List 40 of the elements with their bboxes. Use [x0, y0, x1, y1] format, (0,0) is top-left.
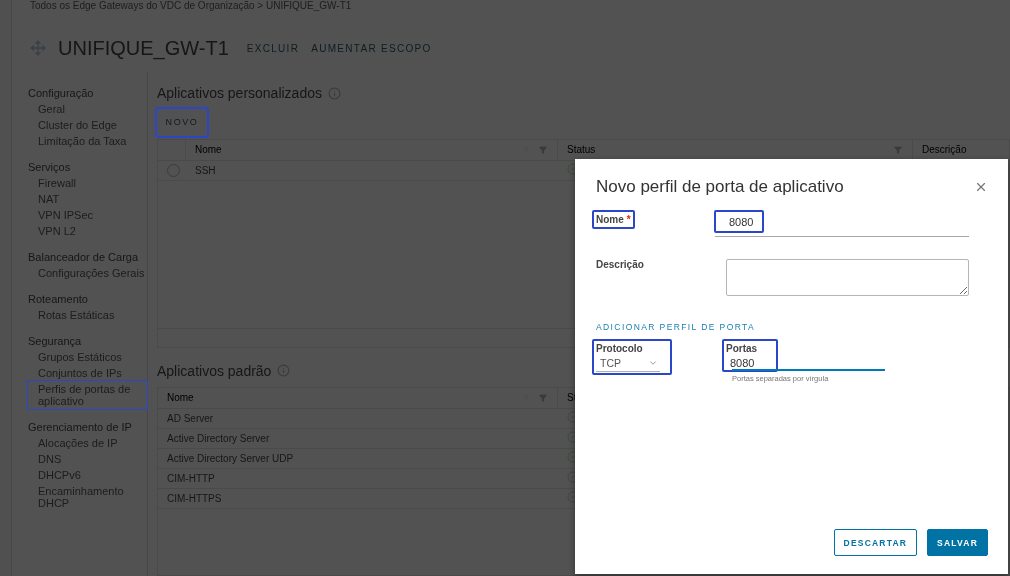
- table-cell-text: CIM-HTTP: [166, 472, 216, 484]
- field-label: Descrição: [596, 259, 645, 270]
- info-icon[interactable]: [277, 364, 291, 378]
- column-header[interactable]: Nome: [167, 392, 194, 404]
- section-title: Aplicativos padrão: [157, 362, 272, 379]
- add-port-profile-link[interactable]: ADICIONAR PERFIL DE PORTA: [596, 322, 988, 332]
- table-cell-text: Active Directory Server: [166, 432, 271, 444]
- page-title: UNIFIQUE_GW-T1: [58, 36, 229, 60]
- save-button[interactable]: SALVAR: [927, 529, 988, 556]
- nav-group-label: Roteamento: [28, 292, 89, 307]
- nav-group-label: Serviços: [28, 160, 72, 175]
- table-cell-text: SSH: [194, 164, 217, 176]
- action-link[interactable]: EXCLUIR: [246, 42, 300, 54]
- action-link[interactable]: AUMENTAR ESCOPO: [311, 42, 432, 54]
- column-header[interactable]: Nome: [195, 144, 222, 156]
- filter-icon[interactable]: [539, 393, 547, 402]
- name-input[interactable]: 8080: [715, 211, 764, 232]
- filter-icon[interactable]: [894, 145, 902, 154]
- info-icon[interactable]: [328, 86, 341, 100]
- protocol-field[interactable]: Protocolo TCP: [593, 340, 671, 374]
- move-icon: [30, 40, 46, 56]
- new-button[interactable]: NOVO: [157, 109, 207, 136]
- table-cell-text: Active Directory Server UDP: [166, 452, 295, 464]
- table-cell-text: AD Server: [166, 412, 215, 424]
- discard-button[interactable]: DESCARTAR: [833, 529, 918, 556]
- dialog-title: Novo perfil de porta de aplicativo: [596, 177, 844, 197]
- table-cell-text: CIM-HTTPS: [166, 492, 223, 504]
- chevron-down-icon[interactable]: [648, 358, 658, 368]
- nav-group-label: Segurança: [28, 334, 83, 349]
- section-title: Aplicativos personalizados: [157, 85, 322, 101]
- field-label: Nome *: [593, 211, 634, 228]
- column-header[interactable]: Descrição: [922, 144, 967, 156]
- close-icon[interactable]: [974, 180, 988, 194]
- ports-input[interactable]: Portas 8080: [723, 340, 777, 371]
- description-field[interactable]: [726, 259, 969, 296]
- filter-icon[interactable]: [539, 145, 547, 154]
- nav-group-label: Gerenciamento de IP: [28, 420, 133, 435]
- nav-group-label: Configuração: [28, 86, 95, 101]
- nav-group-label: Balanceador de Carga: [28, 250, 140, 265]
- column-header[interactable]: Status: [567, 144, 596, 156]
